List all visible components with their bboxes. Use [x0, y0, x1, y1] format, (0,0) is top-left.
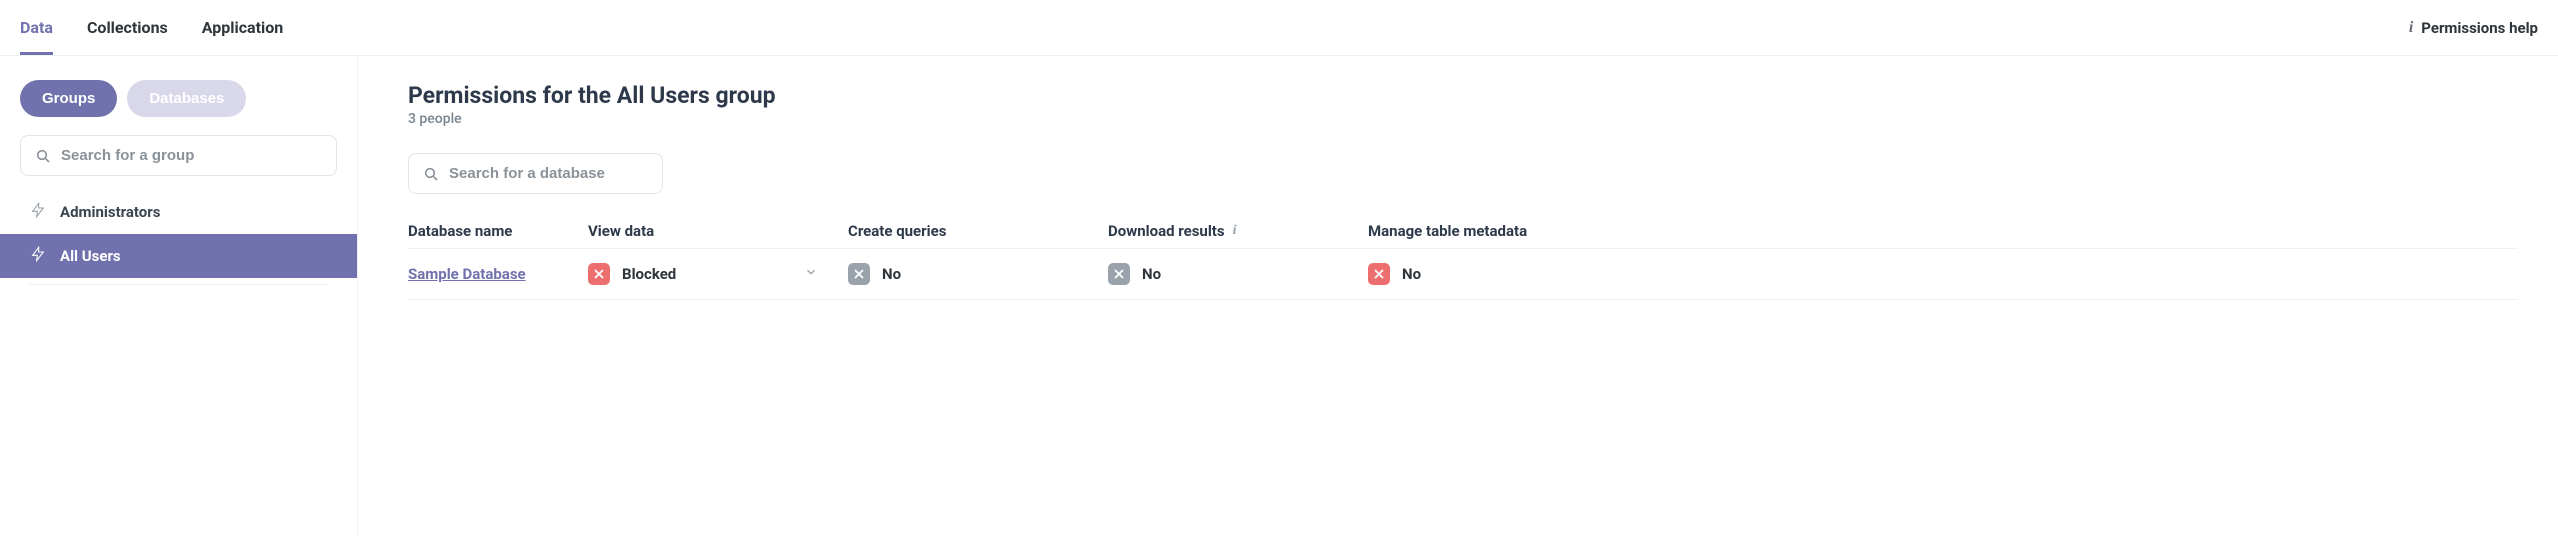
- no-icon: [1368, 263, 1390, 285]
- group-search[interactable]: [20, 135, 337, 176]
- cell-database-name: Sample Database: [408, 265, 588, 283]
- sidebar-item-all-users[interactable]: All Users: [0, 234, 357, 278]
- group-search-input[interactable]: [61, 147, 322, 164]
- database-search[interactable]: [408, 153, 663, 194]
- col-manage-metadata: Manage table metadata: [1368, 222, 1558, 240]
- download-results-value: No: [1142, 265, 1161, 283]
- bolt-icon: [30, 202, 46, 222]
- table-header: Database name View data Create queries D…: [408, 214, 2518, 248]
- no-icon: [1108, 263, 1130, 285]
- search-icon: [423, 166, 439, 182]
- database-search-input[interactable]: [449, 165, 648, 182]
- page-subtitle: 3 people: [408, 111, 2518, 127]
- no-icon: [848, 263, 870, 285]
- manage-metadata-value: No: [1402, 265, 1421, 283]
- databases-pill[interactable]: Databases: [127, 80, 246, 117]
- col-download-results-label: Download results: [1108, 222, 1225, 240]
- info-icon[interactable]: i: [1233, 223, 1237, 239]
- col-download-results: Download results i: [1108, 222, 1368, 240]
- tab-collections[interactable]: Collections: [87, 0, 168, 55]
- tab-data[interactable]: Data: [20, 0, 53, 55]
- page-title: Permissions for the All Users group: [408, 82, 2518, 109]
- groups-pill[interactable]: Groups: [20, 80, 117, 117]
- blocked-icon: [588, 263, 610, 285]
- col-database-name: Database name: [408, 222, 588, 240]
- search-icon: [35, 148, 51, 164]
- cell-download-results[interactable]: No: [1108, 263, 1368, 285]
- tab-application[interactable]: Application: [202, 0, 284, 55]
- create-queries-value: No: [882, 265, 901, 283]
- bolt-icon: [30, 246, 46, 266]
- view-data-value: Blocked: [622, 265, 676, 283]
- tabs: Data Collections Application: [20, 0, 283, 55]
- info-icon: i: [2409, 19, 2413, 37]
- permissions-help-label: Permissions help: [2421, 19, 2538, 37]
- main-panel: Permissions for the All Users group 3 pe…: [358, 56, 2558, 536]
- cell-create-queries[interactable]: No: [848, 263, 1108, 285]
- permissions-table: Database name View data Create queries D…: [408, 214, 2518, 300]
- permissions-help-link[interactable]: i Permissions help: [2409, 19, 2538, 37]
- cell-manage-metadata[interactable]: No: [1368, 263, 1558, 285]
- database-link[interactable]: Sample Database: [408, 265, 526, 283]
- sidebar-item-label: All Users: [60, 247, 121, 265]
- sidebar: Groups Databases Administrators All User…: [0, 56, 358, 536]
- col-create-queries: Create queries: [848, 222, 1108, 240]
- top-tab-bar: Data Collections Application i Permissio…: [0, 0, 2558, 56]
- sidebar-separator: [28, 284, 329, 285]
- sidebar-item-administrators[interactable]: Administrators: [0, 190, 357, 234]
- chevron-down-icon: [804, 265, 818, 283]
- cell-view-data[interactable]: Blocked: [588, 263, 848, 285]
- table-row: Sample Database Blocked: [408, 248, 2518, 300]
- col-view-data: View data: [588, 222, 848, 240]
- sidebar-toggle: Groups Databases: [0, 80, 357, 135]
- sidebar-item-label: Administrators: [60, 203, 160, 221]
